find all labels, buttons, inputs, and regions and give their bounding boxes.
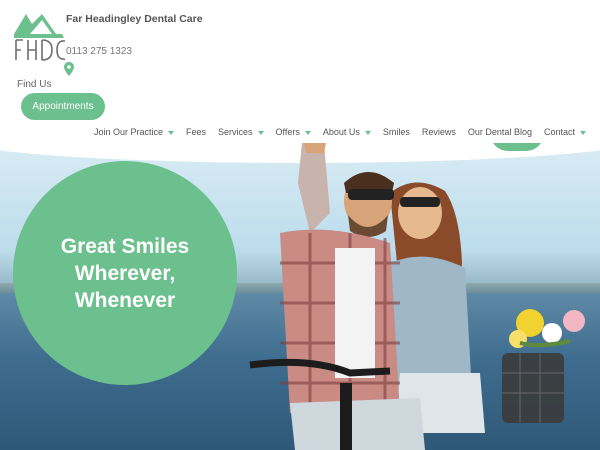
nav-item-label: Fees [185, 127, 206, 137]
nav-item-label: Contact [543, 127, 575, 137]
nav-item-our-dental-blog[interactable]: Our Dental Blog [468, 127, 532, 137]
find-us-link[interactable]: Find Us [17, 79, 51, 90]
nav-item-label: Services [218, 127, 253, 137]
nav-item-label: Smiles [382, 127, 410, 137]
phone-number[interactable]: 0113 275 1323 [66, 46, 132, 57]
nav-item-label: Reviews [421, 127, 456, 137]
fhdc-logo[interactable] [12, 10, 74, 76]
hero-headline-line: Great Smiles [60, 234, 190, 258]
chevron-down-icon [580, 130, 586, 135]
chevron-down-icon [167, 130, 174, 135]
hero-banner: Great Smiles Wherever, Whenever [0, 143, 600, 450]
main-nav: Join Our Practice Fees Services Offers About… [82, 124, 586, 140]
chevron-down-icon [304, 130, 311, 135]
nav-item-offers[interactable]: Offers [276, 127, 311, 137]
hero-headline-line: Whenever [74, 288, 176, 312]
nav-item-services[interactable]: Services [218, 127, 264, 137]
site-name: Far Headingley Dental Care [66, 13, 203, 25]
location-pin-icon[interactable] [64, 62, 74, 76]
chevron-down-icon [257, 130, 264, 135]
hero-headline-circle: Great Smiles Wherever, Whenever [13, 161, 237, 385]
nav-item-contact[interactable]: Contact [544, 127, 586, 137]
nav-item-label: About Us [322, 127, 360, 137]
chevron-down-icon [364, 130, 371, 135]
hero-headline: Great Smiles Wherever, Whenever [40, 233, 210, 314]
nav-item-label: Offers [275, 127, 300, 137]
couple-photo [249, 143, 585, 450]
nav-item-about-us[interactable]: About Us [323, 127, 371, 137]
nav-item-label: Join Our Practice [93, 127, 163, 137]
nav-item-join-our-practice[interactable]: Join Our Practice [94, 127, 174, 137]
nav-item-fees[interactable]: Fees [186, 127, 206, 137]
nav-item-label: Our Dental Blog [467, 127, 532, 137]
hero-headline-line: Wherever, [74, 261, 176, 285]
appointments-button[interactable]: Appointments [21, 93, 105, 120]
nav-item-reviews[interactable]: Reviews [422, 127, 456, 137]
nav-item-smiles[interactable]: Smiles [383, 127, 410, 137]
